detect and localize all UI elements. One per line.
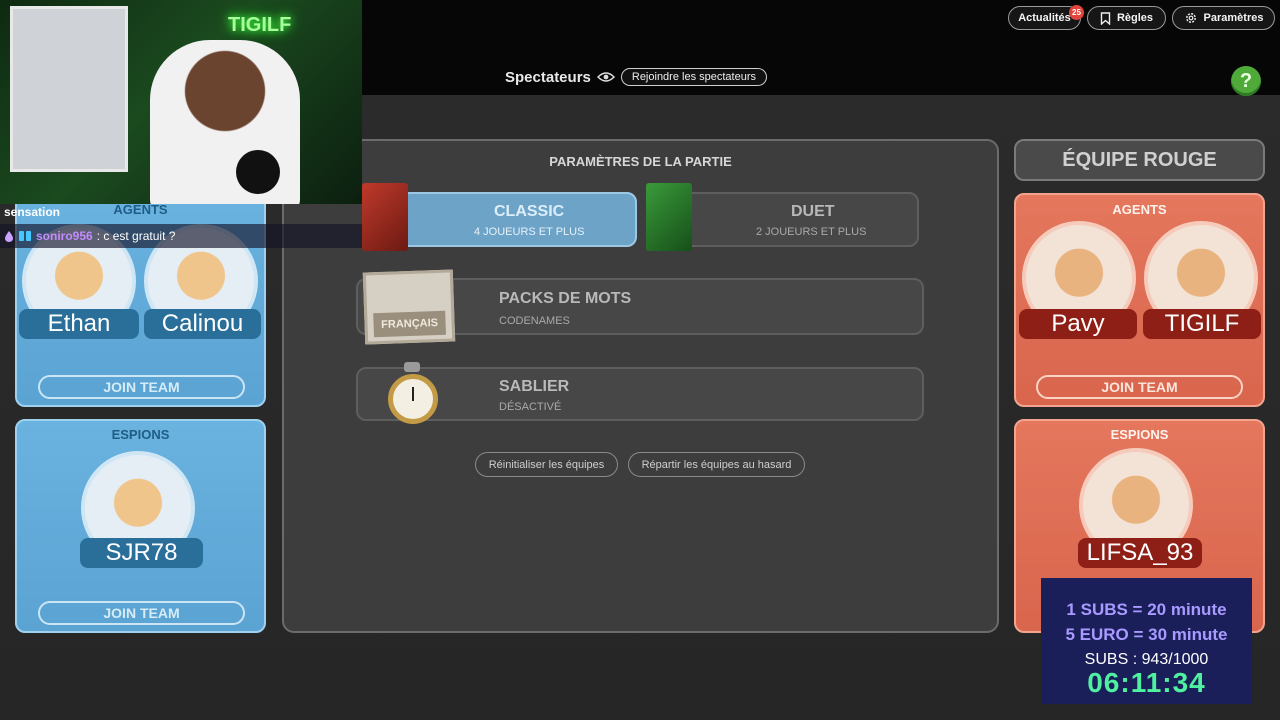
duet-label: DUET	[791, 203, 835, 220]
neon-sign: TIGILF	[228, 14, 292, 36]
player-name: Calinou	[144, 309, 261, 339]
game-settings-title: PARAMÈTRES DE LA PARTIE	[549, 154, 732, 169]
chat-event-label: sensation	[4, 205, 61, 219]
shuffle-teams-button[interactable]: Répartir les équipes au hasard	[628, 452, 805, 477]
mode-duet-option[interactable]: DUET 2 JOUEURS ET PLUS	[682, 192, 919, 247]
language-card-image: FRANÇAIS	[362, 269, 456, 345]
player-name: Pavy	[1019, 309, 1137, 339]
spectators-bar: Spectateurs Rejoindre les spectateurs	[505, 68, 767, 86]
news-count-badge: 25	[1069, 5, 1084, 20]
subscriber-badge-icon	[19, 231, 31, 241]
player-name: LIFSA_93	[1078, 538, 1202, 568]
blue-spies-panel: ESPIONS SJR78 JOIN TEAM	[15, 419, 266, 633]
codenames-classic-box-image	[362, 183, 408, 251]
help-icon: ?	[1239, 69, 1253, 92]
red-agents-panel: AGENTS Pavy TIGILF JOIN TEAM	[1014, 193, 1265, 407]
subathon-rule-subs: 1 SUBS = 20 minute	[1066, 600, 1227, 619]
rules-label: Règles	[1116, 12, 1154, 24]
eye-icon	[596, 72, 615, 82]
classic-subtitle: 4 JOUEURS ET PLUS	[474, 226, 585, 238]
news-label: Actualités	[1018, 12, 1071, 24]
codenames-duet-box-image	[646, 183, 692, 251]
settings-label: Paramètres	[1203, 12, 1264, 24]
webcam-shelf	[10, 6, 128, 172]
blue-spies-title: ESPIONS	[111, 427, 170, 442]
blue-spies-join-button[interactable]: JOIN TEAM	[38, 601, 245, 625]
language-card-label: FRANÇAIS	[373, 310, 446, 338]
spectators-title: Spectateurs	[505, 68, 591, 86]
red-spies-title: ESPIONS	[1110, 427, 1169, 442]
word-packs-subtitle: CODENAMES	[499, 315, 570, 327]
help-button[interactable]: ?	[1231, 66, 1261, 96]
red-agents-title: AGENTS	[1112, 202, 1167, 217]
red-agents-join-button[interactable]: JOIN TEAM	[1036, 375, 1243, 399]
blue-agents-join-button[interactable]: JOIN TEAM	[38, 375, 245, 399]
reset-teams-button[interactable]: Réinitialiser les équipes	[475, 452, 618, 477]
mode-classic-option[interactable]: CLASSIC 4 JOUEURS ET PLUS	[400, 192, 637, 247]
player-name: Ethan	[19, 309, 139, 339]
player-name: TIGILF	[1143, 309, 1261, 339]
rules-button[interactable]: Règles	[1087, 6, 1166, 30]
chat-message: soniro956 : c est gratuit ?	[0, 224, 362, 248]
chat-text: : c est gratuit ?	[96, 229, 176, 243]
subathon-rule-euro: 5 EURO = 30 minute	[1065, 625, 1228, 644]
stopwatch-icon	[388, 374, 438, 424]
red-team-header: ÉQUIPE ROUGE	[1014, 139, 1265, 181]
classic-label: CLASSIC	[494, 203, 565, 220]
bookmark-icon	[1100, 11, 1111, 25]
subathon-timer: 06:11:34	[1087, 667, 1206, 698]
subathon-overlay: 1 SUBS = 20 minute 5 EURO = 30 minute SU…	[1041, 578, 1252, 704]
player-name: SJR78	[80, 538, 203, 568]
drop-icon	[5, 231, 13, 242]
news-button[interactable]: Actualités 25	[1008, 5, 1084, 30]
timer-option[interactable]: SABLIER DÉSACTIVÉ	[356, 367, 924, 421]
word-packs-label: PACKS DE MOTS	[499, 290, 632, 307]
duet-subtitle: 2 JOUEURS ET PLUS	[756, 226, 867, 238]
streamer-webcam: TIGILF	[0, 0, 362, 204]
timer-label: SABLIER	[499, 378, 570, 395]
gear-icon	[1185, 13, 1196, 23]
stopwatch-crown	[404, 362, 420, 372]
settings-button[interactable]: Paramètres	[1172, 6, 1275, 30]
timer-subtitle: DÉSACTIVÉ	[499, 401, 562, 413]
join-spectators-button[interactable]: Rejoindre les spectateurs	[620, 68, 767, 86]
microphone	[236, 150, 280, 194]
chat-username: soniro956	[36, 229, 93, 243]
